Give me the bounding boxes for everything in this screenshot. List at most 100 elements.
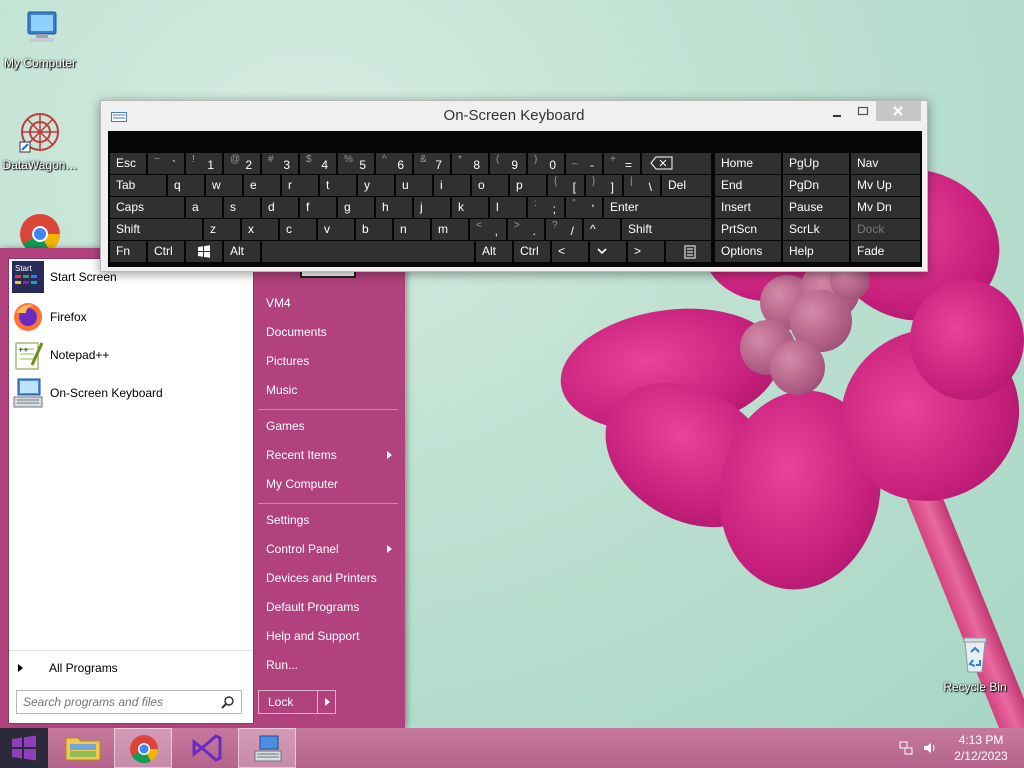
key-[interactable]: {[	[548, 175, 584, 196]
menu-item-documents[interactable]: Documents	[258, 319, 398, 345]
desktop-icon-datawagon[interactable]: DataWagon…	[0, 110, 80, 172]
program-notepad-plus-plus[interactable]: ++ Notepad++	[12, 338, 109, 372]
program-on-screen-keyboard[interactable]: On-Screen Keyboard	[12, 376, 163, 410]
key-[interactable]: <,	[470, 219, 506, 240]
key-6[interactable]: ^ 6	[376, 153, 412, 174]
key-nav[interactable]: Nav	[851, 153, 920, 174]
key-[interactable]: >.	[508, 219, 544, 240]
search-input[interactable]	[17, 691, 217, 713]
key-c[interactable]: c	[280, 219, 316, 240]
key-[interactable]: ^	[584, 219, 620, 240]
key-j[interactable]: j	[414, 197, 450, 218]
key-fade[interactable]: Fade	[851, 241, 920, 262]
key-space[interactable]	[262, 241, 474, 262]
key-backspace[interactable]	[642, 153, 711, 174]
taskbar-chrome[interactable]	[114, 728, 172, 768]
key-scrlk[interactable]: ScrLk	[783, 219, 849, 240]
key-dock[interactable]: Dock	[851, 219, 920, 240]
key-h[interactable]: h	[376, 197, 412, 218]
menu-item-default-programs[interactable]: Default Programs	[258, 594, 398, 620]
taskbar-visual-studio[interactable]	[176, 728, 236, 768]
key-y[interactable]: y	[358, 175, 394, 196]
menu-item-control-panel[interactable]: Control Panel	[258, 536, 398, 562]
key-f[interactable]: f	[300, 197, 336, 218]
key-[interactable]: :;	[528, 197, 564, 218]
menu-item-games[interactable]: Games	[258, 413, 398, 439]
key-u[interactable]: u	[396, 175, 432, 196]
key-pgdn[interactable]: PgDn	[783, 175, 849, 196]
minimize-button[interactable]	[831, 109, 843, 121]
key-[interactable]: | \	[624, 175, 660, 196]
key-x[interactable]: x	[242, 219, 278, 240]
taskbar-on-screen-keyboard[interactable]	[238, 728, 296, 768]
start-button[interactable]	[0, 728, 48, 768]
key-alt[interactable]: Alt	[224, 241, 260, 262]
key-z[interactable]: z	[204, 219, 240, 240]
lock-options-button[interactable]	[317, 691, 335, 713]
menu-item-help-and-support[interactable]: Help and Support	[258, 623, 398, 649]
volume-icon[interactable]	[922, 740, 938, 759]
key-k[interactable]: k	[452, 197, 488, 218]
menu-item-settings[interactable]: Settings	[258, 507, 398, 533]
key-1[interactable]: ! 1	[186, 153, 222, 174]
lock-button[interactable]: Lock	[259, 691, 317, 713]
key-g[interactable]: g	[338, 197, 374, 218]
menu-item-recent-items[interactable]: Recent Items	[258, 442, 398, 468]
key-home[interactable]: Home	[715, 153, 781, 174]
search-icon[interactable]	[221, 695, 235, 712]
close-button[interactable]	[876, 101, 921, 121]
key-ctrl[interactable]: Ctrl	[148, 241, 184, 262]
maximize-button[interactable]	[857, 105, 869, 117]
key-o[interactable]: o	[472, 175, 508, 196]
all-programs-button[interactable]: All Programs	[18, 656, 228, 680]
key-[interactable]: ? /	[546, 219, 582, 240]
key-insert[interactable]: Insert	[715, 197, 781, 218]
key-4[interactable]: $4	[300, 153, 336, 174]
menu-item-my-computer[interactable]: My Computer	[258, 471, 398, 497]
key-esc[interactable]: Esc	[110, 153, 146, 174]
key-n[interactable]: n	[394, 219, 430, 240]
network-icon[interactable]	[898, 740, 914, 759]
key-shift[interactable]: Shift	[622, 219, 711, 240]
search-box[interactable]	[16, 690, 242, 714]
key-tab[interactable]: Tab	[110, 175, 166, 196]
desktop-icon-recycle-bin[interactable]: Recycle Bin	[935, 632, 1015, 694]
key-v[interactable]: v	[318, 219, 354, 240]
key-mv-dn[interactable]: Mv Dn	[851, 197, 920, 218]
key-9[interactable]: (9	[490, 153, 526, 174]
key-p[interactable]: p	[510, 175, 546, 196]
menu-item-pictures[interactable]: Pictures	[258, 348, 398, 374]
key-del[interactable]: Del	[662, 175, 711, 196]
key-0[interactable]: ) 0	[528, 153, 564, 174]
menu-item-devices-and-printers[interactable]: Devices and Printers	[258, 565, 398, 591]
key-d[interactable]: d	[262, 197, 298, 218]
key-caps[interactable]: Caps	[110, 197, 184, 218]
key-[interactable]: " '	[566, 197, 602, 218]
key-r[interactable]: r	[282, 175, 318, 196]
menu-item-vm4[interactable]: VM4	[258, 290, 398, 316]
key-m[interactable]: m	[432, 219, 468, 240]
key-fn[interactable]: Fn	[110, 241, 146, 262]
key-2[interactable]: @2	[224, 153, 260, 174]
key-enter[interactable]: Enter	[604, 197, 711, 218]
key-right-arrow[interactable]: >	[628, 241, 664, 262]
key-ctrl[interactable]: Ctrl	[514, 241, 550, 262]
key-mv-up[interactable]: Mv Up	[851, 175, 920, 196]
key-[interactable]: ~ `	[148, 153, 184, 174]
desktop-icon-my-computer[interactable]: My Computer	[0, 8, 80, 70]
key-end[interactable]: End	[715, 175, 781, 196]
key-t[interactable]: t	[320, 175, 356, 196]
key-[interactable]: _ -	[566, 153, 602, 174]
key-alt[interactable]: Alt	[476, 241, 512, 262]
key-s[interactable]: s	[224, 197, 260, 218]
key-help[interactable]: Help	[783, 241, 849, 262]
key-left-arrow[interactable]: <	[552, 241, 588, 262]
key-[interactable]: + =	[604, 153, 640, 174]
key-q[interactable]: q	[168, 175, 204, 196]
key-5[interactable]: % 5	[338, 153, 374, 174]
program-firefox[interactable]: Firefox	[12, 300, 87, 334]
key-w[interactable]: w	[206, 175, 242, 196]
key-b[interactable]: b	[356, 219, 392, 240]
taskbar-file-explorer[interactable]	[54, 728, 114, 768]
key-e[interactable]: e	[244, 175, 280, 196]
